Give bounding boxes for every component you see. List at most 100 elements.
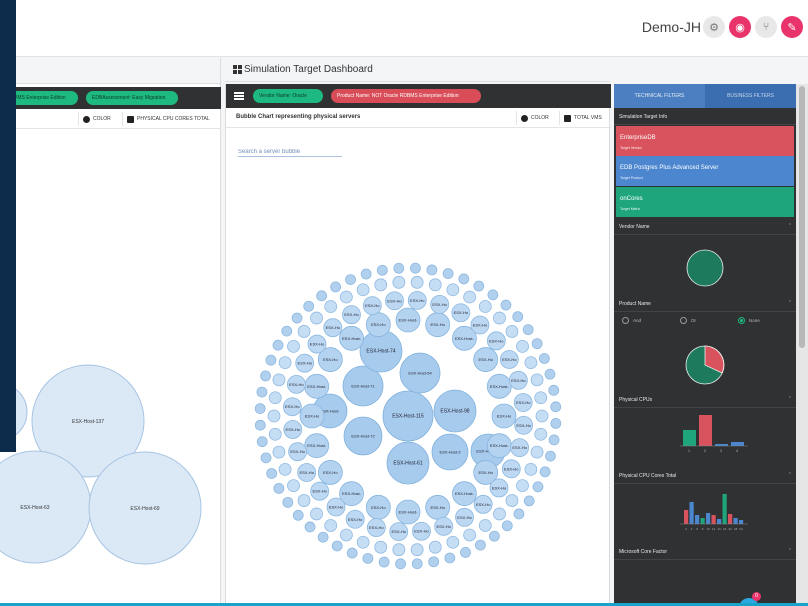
- bubble[interactable]: [360, 268, 372, 280]
- bubble[interactable]: [548, 384, 560, 396]
- bubble[interactable]: [444, 552, 456, 564]
- palette-icon[interactable]: ◉: [729, 16, 751, 38]
- bar[interactable]: [722, 494, 727, 524]
- bubble[interactable]: [310, 311, 323, 325]
- bubble[interactable]: [362, 553, 374, 564]
- bar[interactable]: [731, 442, 744, 446]
- bubble[interactable]: [513, 508, 525, 520]
- bubble[interactable]: [324, 519, 338, 532]
- bubble[interactable]: [374, 540, 388, 554]
- bubble[interactable]: [410, 275, 424, 289]
- chevron-up-icon[interactable]: ⌃: [788, 548, 792, 554]
- bubble[interactable]: [287, 339, 300, 353]
- bubble[interactable]: [411, 558, 423, 570]
- bubble[interactable]: [395, 558, 407, 570]
- bubble[interactable]: [516, 339, 529, 353]
- bubble[interactable]: [256, 436, 268, 448]
- bubble[interactable]: [254, 419, 266, 431]
- bubble[interactable]: [339, 290, 353, 304]
- bubble[interactable]: [346, 547, 358, 559]
- bubble[interactable]: [426, 264, 438, 276]
- bubble[interactable]: [446, 535, 460, 549]
- bar[interactable]: [728, 514, 733, 524]
- chevron-up-icon[interactable]: ⌃: [788, 300, 792, 306]
- bubble[interactable]: [548, 434, 560, 446]
- bubble[interactable]: [505, 325, 519, 338]
- bubble[interactable]: [550, 417, 562, 429]
- bubble[interactable]: [265, 354, 277, 366]
- branch-icon[interactable]: ⑂: [755, 16, 777, 38]
- bubble[interactable]: [534, 427, 548, 441]
- bar[interactable]: [711, 515, 716, 524]
- target-vendor-card[interactable]: EnterpriseDB Target Vendor: [616, 126, 794, 156]
- bubble[interactable]: [268, 427, 282, 441]
- bubble[interactable]: [524, 462, 538, 476]
- bubble[interactable]: [316, 290, 328, 302]
- bar[interactable]: [706, 513, 711, 524]
- bubble[interactable]: [410, 543, 424, 557]
- bubble[interactable]: [478, 519, 492, 532]
- bubble[interactable]: [535, 409, 549, 423]
- bar[interactable]: [695, 515, 700, 524]
- bubble[interactable]: [478, 300, 492, 313]
- bubble[interactable]: [272, 445, 286, 459]
- bubble[interactable]: [268, 391, 282, 405]
- bubble[interactable]: [374, 278, 388, 292]
- chevron-up-icon[interactable]: ⌃: [788, 223, 792, 229]
- bubble[interactable]: [505, 494, 519, 507]
- bubble[interactable]: [330, 281, 342, 293]
- center-color-button[interactable]: COLOR: [516, 111, 549, 125]
- edit-icon[interactable]: ✎: [781, 16, 803, 38]
- filters-scrollbar[interactable]: [796, 84, 808, 606]
- bubble[interactable]: [501, 520, 513, 532]
- bubble[interactable]: [446, 283, 460, 297]
- bubble[interactable]: [524, 356, 538, 370]
- bubble[interactable]: [523, 495, 535, 507]
- left-color-button[interactable]: COLOR: [78, 112, 111, 126]
- bubble[interactable]: [260, 452, 272, 464]
- bubble[interactable]: [266, 468, 278, 479]
- bubble[interactable]: [287, 479, 300, 493]
- bar[interactable]: [700, 518, 705, 524]
- bubble[interactable]: [487, 289, 499, 301]
- bubble[interactable]: [428, 556, 440, 568]
- filter-chip-assessment[interactable]: EDBAssessment: Easy Migration: [86, 91, 178, 105]
- bubble[interactable]: [493, 311, 506, 325]
- bubble[interactable]: [474, 539, 486, 551]
- bubble[interactable]: [297, 494, 311, 507]
- bubble[interactable]: [282, 496, 294, 508]
- bubble[interactable]: [539, 466, 551, 478]
- bubble[interactable]: [256, 386, 268, 398]
- bubble[interactable]: [500, 299, 512, 311]
- radio-or[interactable]: Or: [680, 317, 696, 324]
- bubble[interactable]: [460, 546, 471, 558]
- bar[interactable]: [684, 510, 689, 524]
- bubble[interactable]: [463, 528, 477, 542]
- bubble[interactable]: [530, 445, 544, 459]
- bubble[interactable]: [538, 353, 550, 364]
- tab-technical-filters[interactable]: TECHNICAL FILTERS: [614, 84, 705, 108]
- bar[interactable]: [739, 520, 744, 524]
- bubble[interactable]: [278, 356, 292, 370]
- tab-business-filters[interactable]: BUSINESS FILTERS: [705, 84, 796, 108]
- filter-chip-vendor[interactable]: Vendor Name: Oracle: [253, 89, 323, 103]
- filter-chip-product[interactable]: VMS Enterprise Edition: [8, 91, 78, 105]
- bubble[interactable]: [331, 540, 343, 552]
- bubble[interactable]: [493, 507, 506, 521]
- bubble[interactable]: [272, 339, 284, 351]
- bubble[interactable]: [532, 481, 544, 493]
- bubble[interactable]: [550, 401, 562, 413]
- gear-icon[interactable]: ⚙: [703, 16, 725, 38]
- filter-chip-product[interactable]: Product Name: NOT Oracle RDBMS Enterpris…: [331, 89, 481, 103]
- bubble[interactable]: [393, 262, 405, 274]
- chevron-up-icon[interactable]: ⌃: [788, 396, 792, 402]
- bubble[interactable]: [512, 311, 524, 323]
- target-product-card[interactable]: EDB Postgres Plus Advanced Server Target…: [616, 156, 794, 186]
- bubble[interactable]: [324, 300, 338, 313]
- bubble[interactable]: [428, 540, 442, 554]
- bubble[interactable]: [522, 324, 534, 336]
- bubble[interactable]: [267, 409, 281, 423]
- bubble[interactable]: [378, 556, 390, 568]
- bubble[interactable]: [409, 262, 421, 274]
- bubble[interactable]: [442, 268, 454, 279]
